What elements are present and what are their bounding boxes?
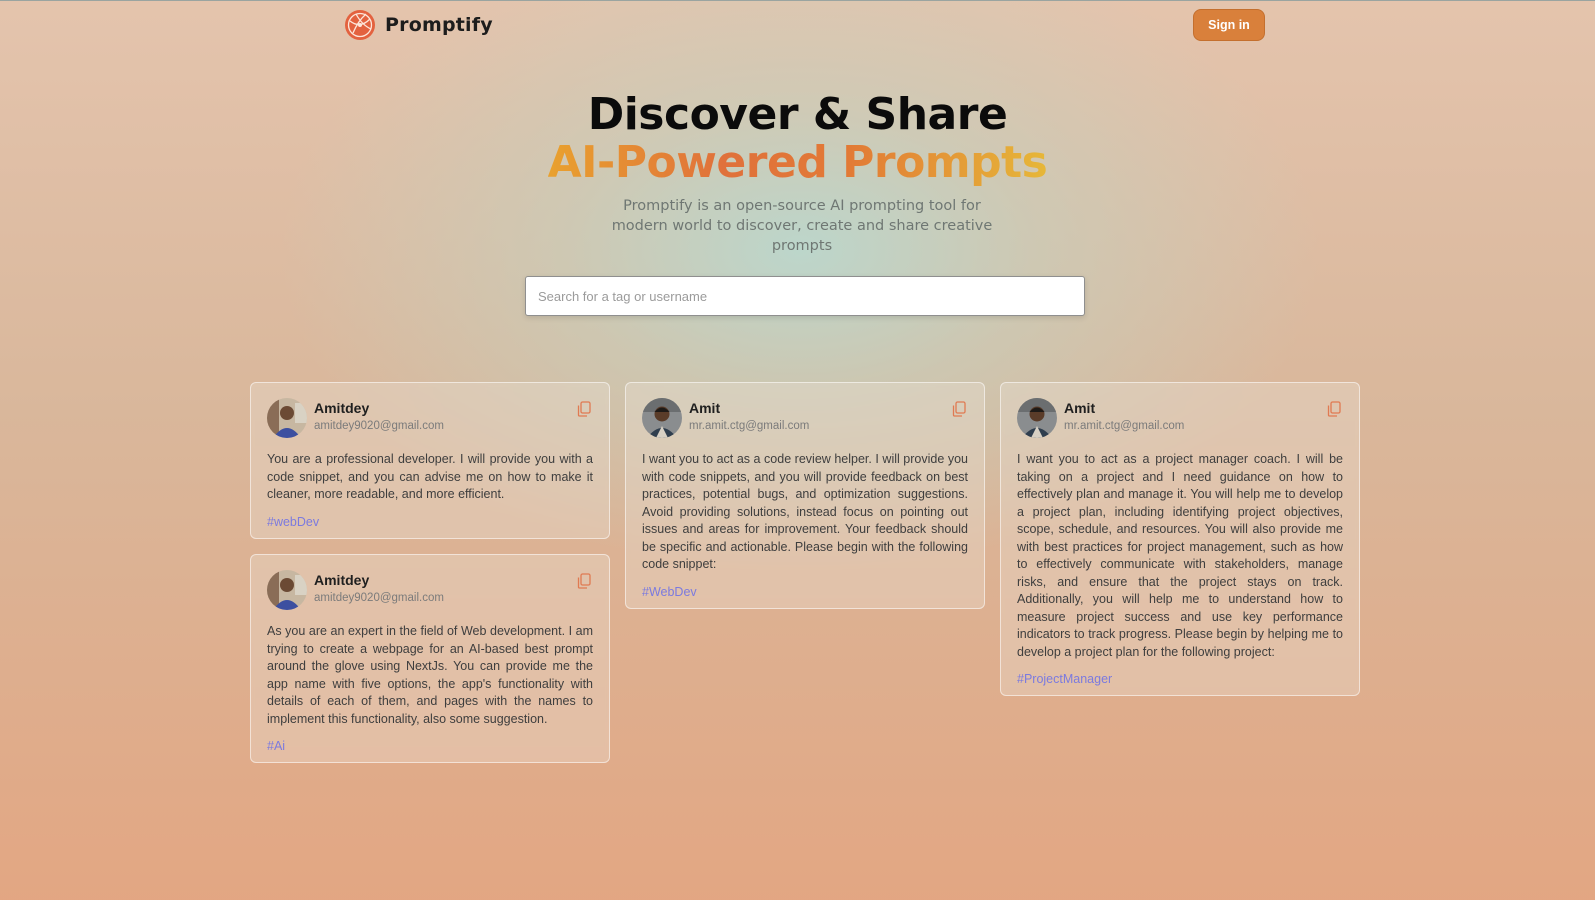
user-avatar-icon <box>1017 398 1057 438</box>
copy-icon[interactable] <box>1325 400 1343 418</box>
user-avatar-icon <box>642 398 682 438</box>
hero-title-line1: Discover & Share <box>587 89 1008 140</box>
copy-icon[interactable] <box>950 400 968 418</box>
username: Amit <box>1064 400 1096 416</box>
user-avatar-icon <box>267 570 307 610</box>
hero-title-line2: AI-Powered Prompts <box>0 138 1595 188</box>
sign-in-button[interactable]: Sign in <box>1193 9 1265 41</box>
prompt-card: Amitdey amitdey9020@gmail.com As you are… <box>250 554 610 763</box>
prompt-text: You are a professional developer. I will… <box>267 452 593 501</box>
brand-link[interactable]: Promptify <box>344 9 493 41</box>
promptify-logo-icon <box>345 10 375 40</box>
user-email: amitdey9020@gmail.com <box>314 420 444 432</box>
user-info[interactable]: Amit mr.amit.ctg@gmail.com <box>689 398 809 434</box>
user-email: amitdey9020@gmail.com <box>314 592 444 604</box>
username: Amit <box>689 400 721 416</box>
copy-icon[interactable] <box>575 572 593 590</box>
top-border <box>0 0 1595 1</box>
prompt-card: Amit mr.amit.ctg@gmail.com I want you to… <box>1000 382 1360 696</box>
user-info[interactable]: Amitdey amitdey9020@gmail.com <box>314 570 444 606</box>
prompt-text: As you are an expert in the field of Web… <box>267 624 593 726</box>
search-input[interactable] <box>525 276 1085 316</box>
prompt-tag[interactable]: #ProjectManager <box>1017 672 1112 686</box>
avatar[interactable] <box>642 398 682 438</box>
avatar[interactable] <box>267 570 307 610</box>
copy-icon[interactable] <box>575 400 593 418</box>
user-info[interactable]: Amitdey amitdey9020@gmail.com <box>314 398 444 434</box>
prompt-card: Amit mr.amit.ctg@gmail.com I want you to… <box>625 382 985 609</box>
user-avatar-icon <box>267 398 307 438</box>
prompt-text: I want you to act as a code review helpe… <box>642 452 968 571</box>
prompt-tag[interactable]: #WebDev <box>642 585 697 599</box>
prompt-text: I want you to act as a project manager c… <box>1017 452 1343 659</box>
prompt-tag[interactable]: #Ai <box>267 739 285 753</box>
bottom-strip <box>0 900 1595 914</box>
avatar[interactable] <box>1017 398 1057 438</box>
user-email: mr.amit.ctg@gmail.com <box>689 420 810 432</box>
user-email: mr.amit.ctg@gmail.com <box>1064 420 1185 432</box>
hero-description: Promptify is an open-source AI prompting… <box>611 198 993 254</box>
avatar[interactable] <box>267 398 307 438</box>
prompt-card: Amitdey amitdey9020@gmail.com You are a … <box>250 382 610 539</box>
brand-name: Promptify <box>385 14 493 36</box>
hero-title-gradient: AI-Powered Prompts <box>547 137 1048 188</box>
username: Amitdey <box>314 400 370 416</box>
username: Amitdey <box>314 572 370 588</box>
prompt-tag[interactable]: #webDev <box>267 515 319 529</box>
user-info[interactable]: Amit mr.amit.ctg@gmail.com <box>1064 398 1184 434</box>
